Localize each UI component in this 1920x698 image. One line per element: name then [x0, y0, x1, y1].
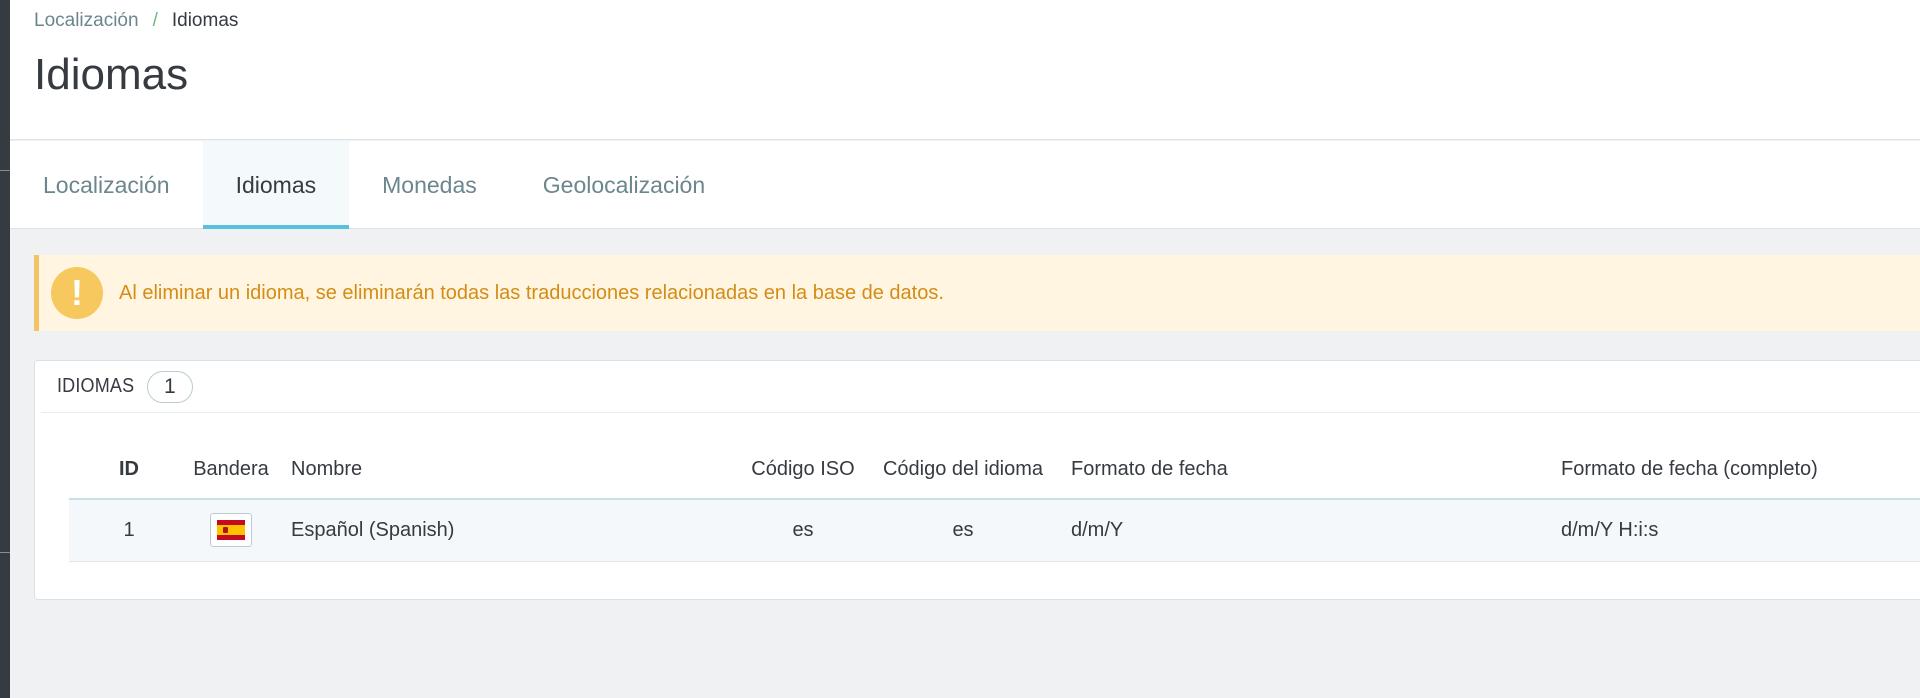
cell-id: 1 [69, 499, 189, 562]
cell-name[interactable]: Español (Spanish) [273, 499, 733, 562]
panel-title: IDIOMAS [57, 375, 135, 397]
column-header-iso[interactable]: Código ISO [733, 441, 873, 500]
tab-geolocalizacion[interactable]: Geolocalización [510, 141, 738, 229]
sidebar-divider [0, 170, 10, 171]
page-title: Idiomas [34, 50, 189, 99]
warning-icon: ! [51, 267, 103, 319]
flag-frame [210, 513, 252, 548]
column-header-name[interactable]: Nombre [273, 441, 733, 500]
languages-panel: IDIOMAS 1 ID Bandera Nombre Código ISO C… [34, 360, 1920, 600]
localization-tabs: Localización Idiomas Monedas Geolocaliza… [10, 141, 1920, 229]
cell-iso: es [733, 499, 873, 562]
breadcrumb-current: Idiomas [171, 10, 239, 31]
panel-header: IDIOMAS 1 [41, 361, 1920, 413]
alert-message: Al eliminar un idioma, se eliminarán tod… [119, 281, 944, 304]
cell-flag [189, 499, 273, 562]
tab-idiomas[interactable]: Idiomas [202, 141, 350, 229]
languages-table: ID Bandera Nombre Código ISO Código del … [69, 441, 1920, 562]
page-header: Localización / Idiomas Idiomas [10, 0, 1920, 140]
breadcrumb: Localización / Idiomas [34, 10, 238, 32]
breadcrumb-separator: / [152, 10, 158, 31]
column-header-flag: Bandera [189, 441, 273, 500]
sidebar-divider [0, 552, 10, 553]
column-header-language-code[interactable]: Código del idioma [873, 441, 1053, 500]
cell-date-format: d/m/Y [1053, 499, 1543, 562]
warning-alert: ! Al eliminar un idioma, se eliminarán t… [34, 255, 1920, 331]
tab-monedas[interactable]: Monedas [349, 141, 510, 229]
spain-flag-icon [217, 520, 245, 541]
tab-localizacion[interactable]: Localización [10, 141, 203, 229]
column-header-date-format-full[interactable]: Formato de fecha (completo) [1543, 441, 1920, 500]
table-header-row: ID Bandera Nombre Código ISO Código del … [69, 441, 1920, 500]
column-header-date-format[interactable]: Formato de fecha [1053, 441, 1543, 500]
cell-language-code: es [873, 499, 1053, 562]
column-header-id[interactable]: ID [69, 441, 189, 500]
table-row[interactable]: 1 Español (Spanish) es es d/m/Y d/m/Y H:… [69, 499, 1920, 562]
count-badge: 1 [146, 370, 193, 403]
left-sidebar-rail [0, 0, 10, 698]
cell-date-format-full: d/m/Y H:i:s [1543, 499, 1920, 562]
breadcrumb-parent-link[interactable]: Localización [34, 10, 139, 32]
